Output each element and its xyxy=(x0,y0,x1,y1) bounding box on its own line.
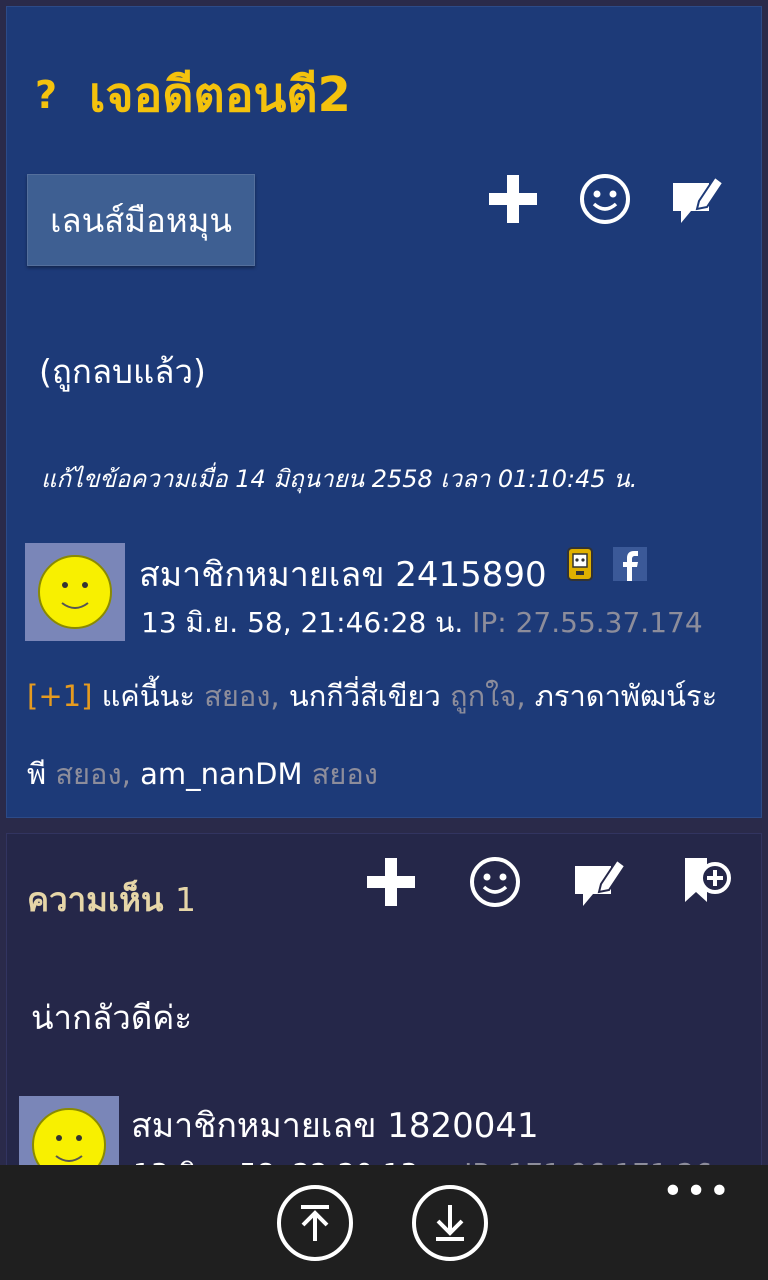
reaction-type: ถูกใจ, xyxy=(450,679,526,713)
tag-button[interactable]: เลนส์มือหมุน xyxy=(27,174,255,266)
post-body: (ถูกลบแล้ว) xyxy=(39,352,206,391)
comment-edit-icon xyxy=(575,858,627,906)
topic-title-row: ? เจอดีตอนตี2 xyxy=(35,57,351,133)
add-icon xyxy=(489,175,537,223)
comment-body: น่ากลัวดีค่ะ xyxy=(31,998,193,1037)
edited-note: แก้ไขข้อความเมื่อ 14 มิถุนายน 2558 เวลา … xyxy=(41,465,638,493)
comment-reply-button[interactable] xyxy=(567,850,631,914)
facebook-icon xyxy=(613,547,647,581)
scroll-bottom-icon xyxy=(436,1205,464,1241)
topic-post: ? เจอดีตอนตี2 เลนส์มือหมุน (ถูกลบแล้ว) แ… xyxy=(6,6,762,818)
author-name[interactable]: สมาชิกหมายเลข 2415890 xyxy=(139,547,547,601)
reaction-type: สยอง, xyxy=(55,757,131,791)
app-bar: ••• xyxy=(0,1165,768,1280)
comment-title-label: ความเห็น xyxy=(27,880,164,919)
comment-edit-icon xyxy=(673,175,725,223)
post-datetime: 13 มิ.ย. 58, 21:46:28 น. xyxy=(141,606,464,639)
scroll-bottom-button[interactable] xyxy=(412,1185,488,1261)
avatar[interactable] xyxy=(25,543,125,641)
reactor-name[interactable]: นกกีวี่สีเขียว xyxy=(289,679,441,713)
reactions-line-1: [+1] แค่นี้นะ สยอง, นกกีวี่สีเขียว ถูกใจ… xyxy=(27,673,717,719)
more-menu-button[interactable]: ••• xyxy=(662,1171,732,1212)
comment-title: ความเห็น 1 xyxy=(27,873,196,926)
comment-number: 1 xyxy=(174,880,196,919)
reactor-name[interactable]: ภราดาพัฒน์ระ xyxy=(535,679,717,713)
scroll-top-icon xyxy=(301,1205,329,1241)
scroll-top-button[interactable] xyxy=(277,1185,353,1261)
mobile-icon xyxy=(567,547,593,581)
smiley-avatar-icon xyxy=(38,555,112,629)
reactor-name[interactable]: am_nanDM xyxy=(140,757,302,791)
topic-title: เจอดีตอนตี2 xyxy=(89,67,351,123)
smiley-icon xyxy=(580,174,630,224)
comment-author-name[interactable]: สมาชิกหมายเลข 1820041 xyxy=(131,1098,539,1152)
reply-button[interactable] xyxy=(665,167,729,231)
reaction-type: สยอง, xyxy=(204,679,280,713)
comment-add-button[interactable] xyxy=(359,850,423,914)
comment-emotion-button[interactable] xyxy=(463,850,527,914)
reactions-line-2: พี สยอง, am_nanDM สยอง xyxy=(27,751,378,797)
post-meta: 13 มิ.ย. 58, 21:46:28 น. IP: 27.55.37.17… xyxy=(141,601,703,645)
reaction-type: สยอง xyxy=(311,757,378,791)
emotion-button[interactable] xyxy=(573,167,637,231)
question-icon: ? xyxy=(35,73,58,117)
bookmark-add-icon xyxy=(685,858,731,902)
add-icon xyxy=(367,858,415,906)
add-button[interactable] xyxy=(481,167,545,231)
reaction-count[interactable]: [+1] xyxy=(27,679,92,713)
comment-bookmark-button[interactable] xyxy=(673,850,737,914)
post-ip: IP: 27.55.37.174 xyxy=(472,606,703,639)
smiley-icon xyxy=(470,857,520,907)
reactor-name[interactable]: พี xyxy=(27,757,46,791)
reactor-name[interactable]: แค่นี้นะ xyxy=(102,679,195,713)
